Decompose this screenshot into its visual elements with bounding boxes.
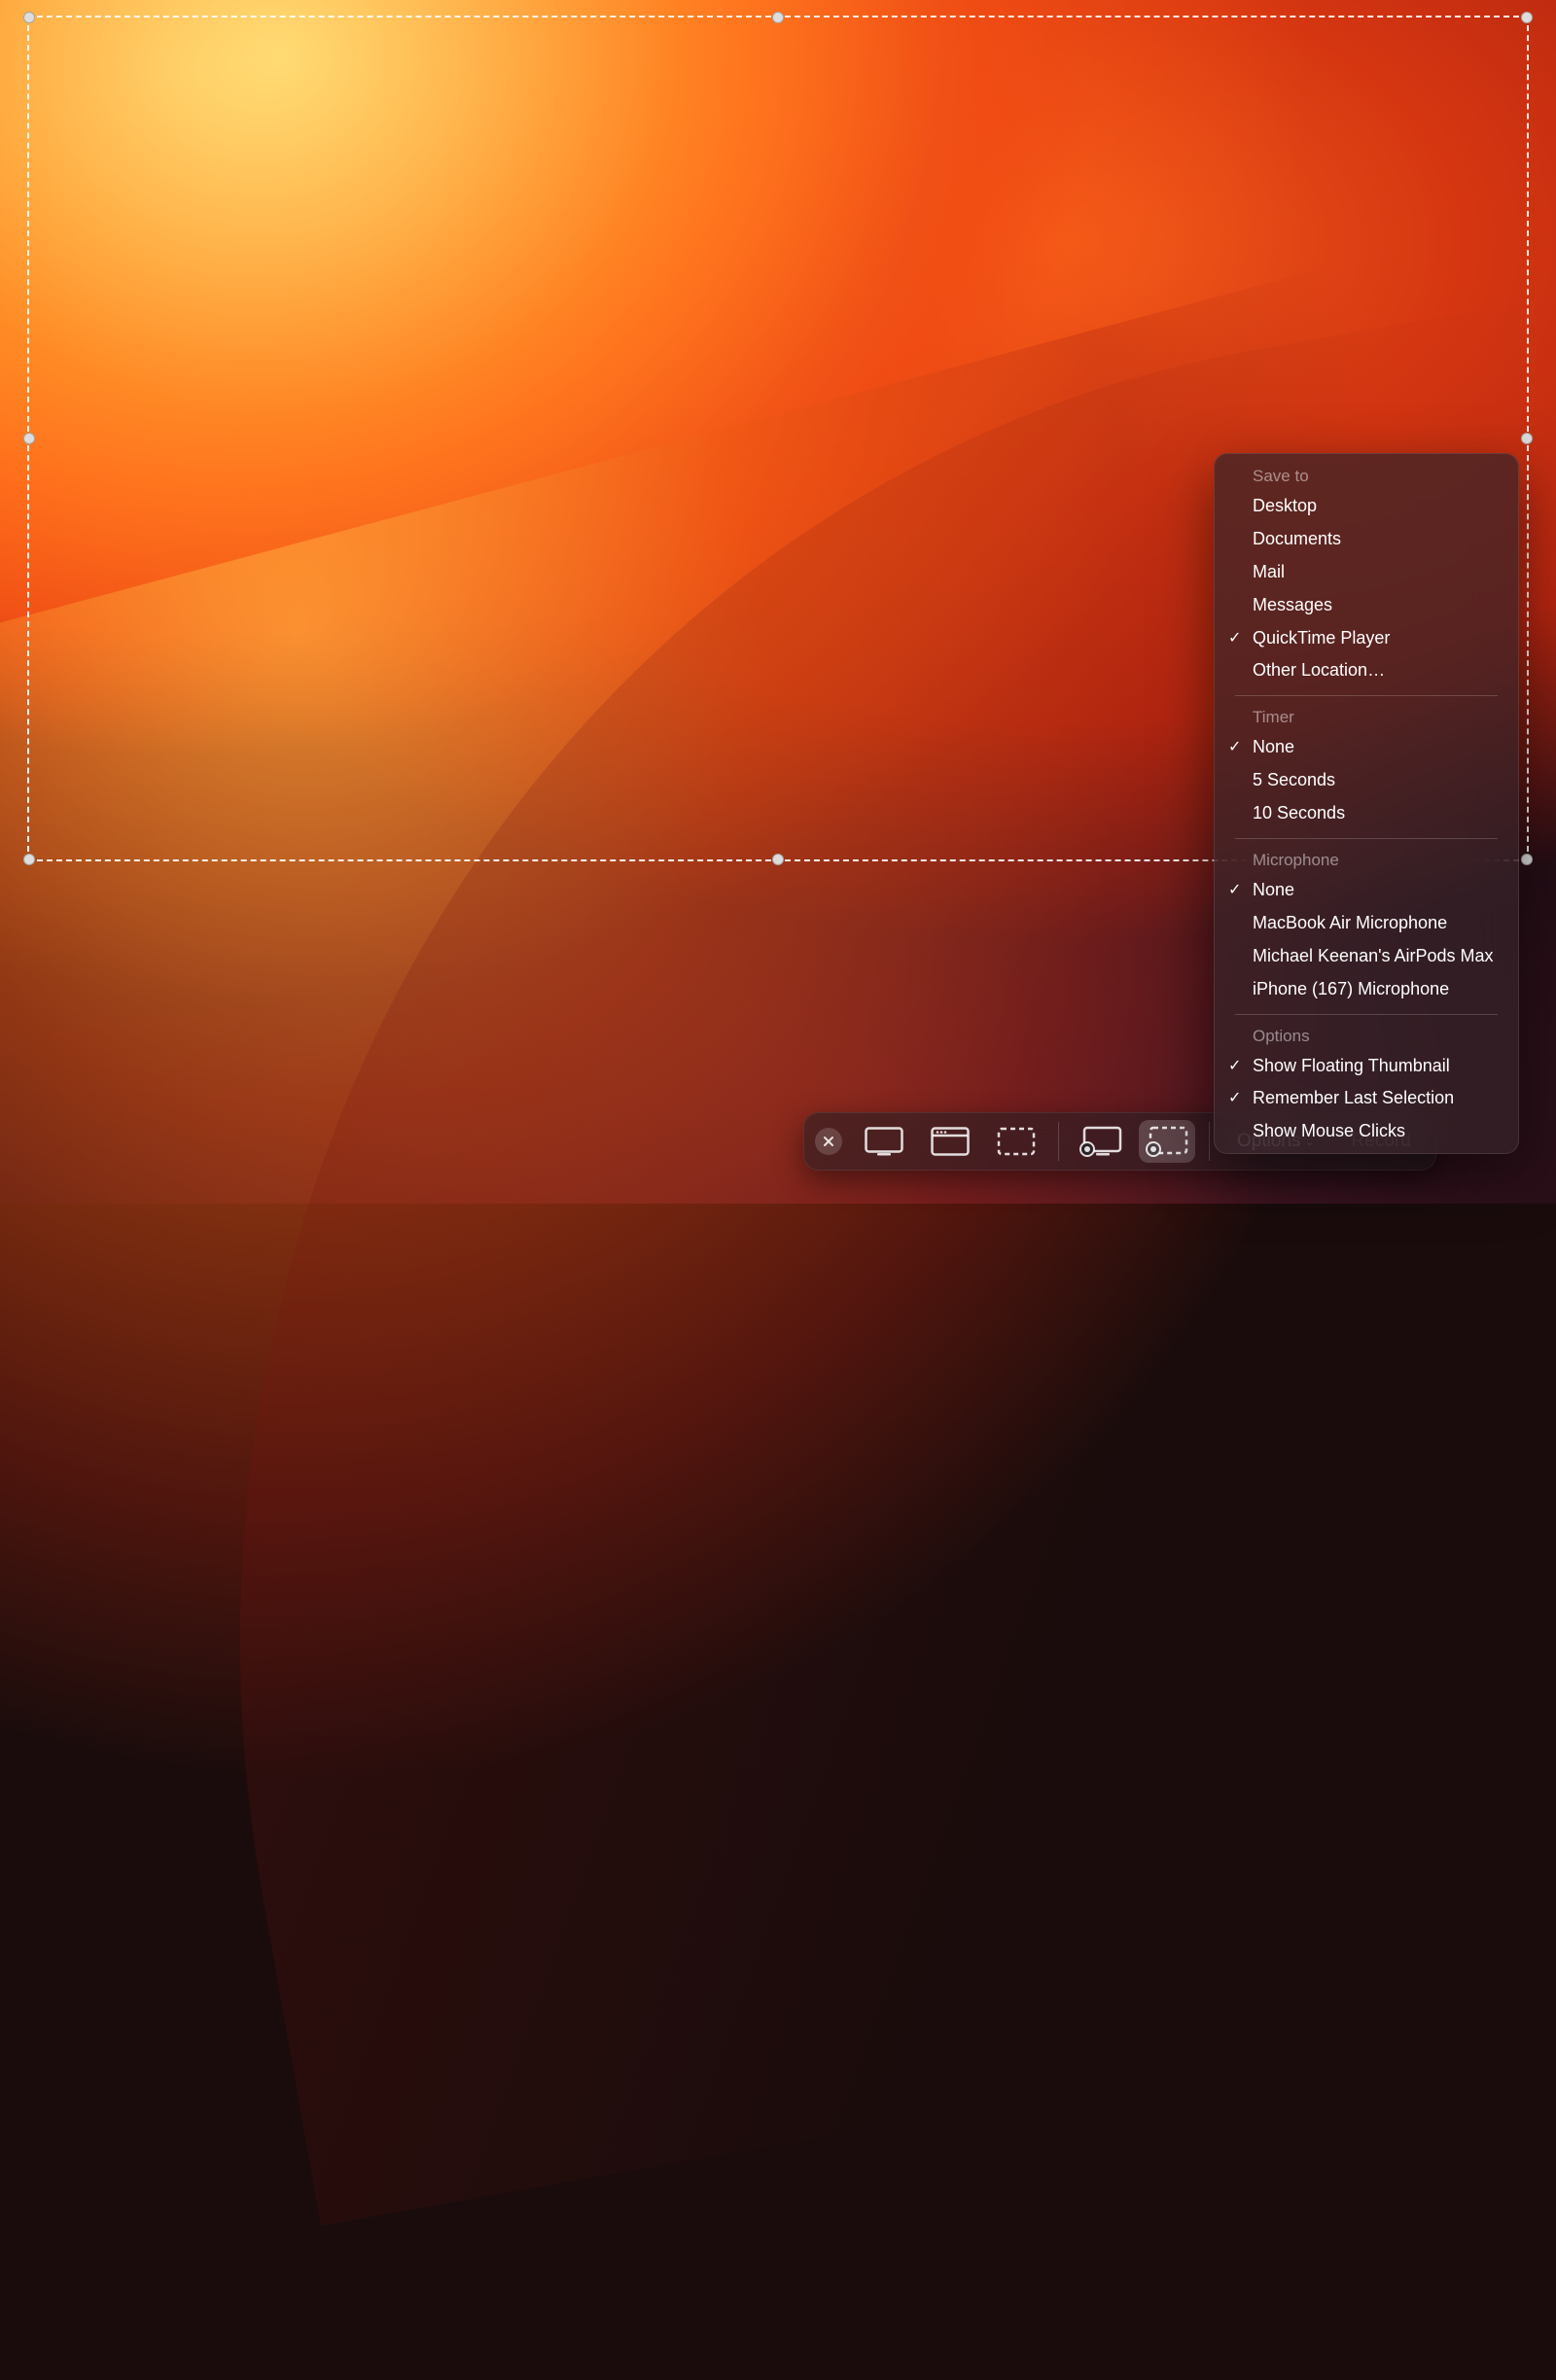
menu-item-label: Desktop [1253,496,1317,515]
menu-item-label: Other Location… [1253,660,1385,680]
menu-item-label: iPhone (167) Microphone [1253,979,1449,998]
menu-item[interactable]: Documents [1214,523,1519,556]
selection-handle-w[interactable] [23,433,35,444]
menu-item[interactable]: 10 Seconds [1214,797,1519,830]
menu-item-label: 10 Seconds [1253,803,1345,822]
menu-item[interactable]: ✓ Show Floating Thumbnail [1214,1050,1519,1083]
menu-item-label: 5 Seconds [1253,770,1335,789]
capture-entire-screen-button[interactable] [856,1120,912,1163]
menu-item[interactable]: ✓ QuickTime Player [1214,622,1519,655]
check-icon: ✓ [1228,1087,1241,1111]
check-icon: ✓ [1228,1055,1241,1079]
menu-item[interactable]: ✓ None [1214,874,1519,907]
menu-separator [1235,695,1498,696]
menu-separator [1235,1014,1498,1015]
selection-handle-sw[interactable] [23,854,35,865]
selection-handle-se[interactable] [1521,854,1533,865]
record-selected-portion-button[interactable] [1139,1120,1195,1163]
menu-item[interactable]: Show Mouse Clicks [1214,1115,1519,1148]
close-icon [823,1136,834,1147]
menu-item[interactable]: ✓ None [1214,731,1519,764]
menu-item[interactable]: Mail [1214,556,1519,589]
menu-item[interactable]: iPhone (167) Microphone [1214,973,1519,1006]
record-entire-screen-button[interactable] [1073,1120,1129,1163]
menu-item[interactable]: 5 Seconds [1214,764,1519,797]
capture-selected-window-button[interactable] [922,1120,978,1163]
menu-item[interactable]: Messages [1214,589,1519,622]
toolbar-separator [1209,1122,1210,1161]
menu-item-label: Mail [1253,562,1285,581]
menu-item-label: Show Mouse Clicks [1253,1121,1405,1140]
check-icon: ✓ [1228,627,1241,651]
menu-separator [1235,838,1498,839]
capture-selected-portion-button[interactable] [988,1120,1044,1163]
menu-item[interactable]: Desktop [1214,490,1519,523]
selection-handle-ne[interactable] [1521,12,1533,23]
window-icon [931,1127,970,1156]
menu-item-label: Show Floating Thumbnail [1253,1056,1450,1075]
menu-section-header: Microphone [1214,847,1519,874]
menu-item-label: QuickTime Player [1253,628,1390,648]
menu-item[interactable]: Michael Keenan's AirPods Max [1214,940,1519,973]
menu-item[interactable]: MacBook Air Microphone [1214,907,1519,940]
check-icon: ✓ [1228,879,1241,903]
screen-icon [865,1127,903,1156]
menu-item[interactable]: ✓ Remember Last Selection [1214,1082,1519,1115]
menu-section-header: Options [1214,1023,1519,1050]
toolbar-separator [1058,1122,1059,1161]
menu-item-label: Michael Keenan's AirPods Max [1253,946,1494,965]
selection-handle-s[interactable] [772,854,784,865]
selection-handle-e[interactable] [1521,433,1533,444]
selection-handle-nw[interactable] [23,12,35,23]
menu-item[interactable]: Other Location… [1214,654,1519,687]
options-menu: Save to Desktop Documents Mail Messages ✓ Quic… [1214,453,1519,1154]
menu-section-header: Timer [1214,704,1519,731]
menu-item-label: MacBook Air Microphone [1253,913,1447,932]
selection-handle-n[interactable] [772,12,784,23]
menu-item-label: None [1253,880,1294,899]
check-icon: ✓ [1228,736,1241,760]
selection-icon [997,1127,1036,1156]
menu-item-label: None [1253,737,1294,756]
record-screen-icon [1079,1126,1122,1157]
record-selection-icon [1146,1126,1188,1157]
menu-item-label: Messages [1253,595,1332,614]
menu-item-label: Documents [1253,529,1341,548]
menu-section-header: Save to [1214,463,1519,490]
menu-item-label: Remember Last Selection [1253,1088,1454,1107]
close-button[interactable] [815,1128,842,1155]
